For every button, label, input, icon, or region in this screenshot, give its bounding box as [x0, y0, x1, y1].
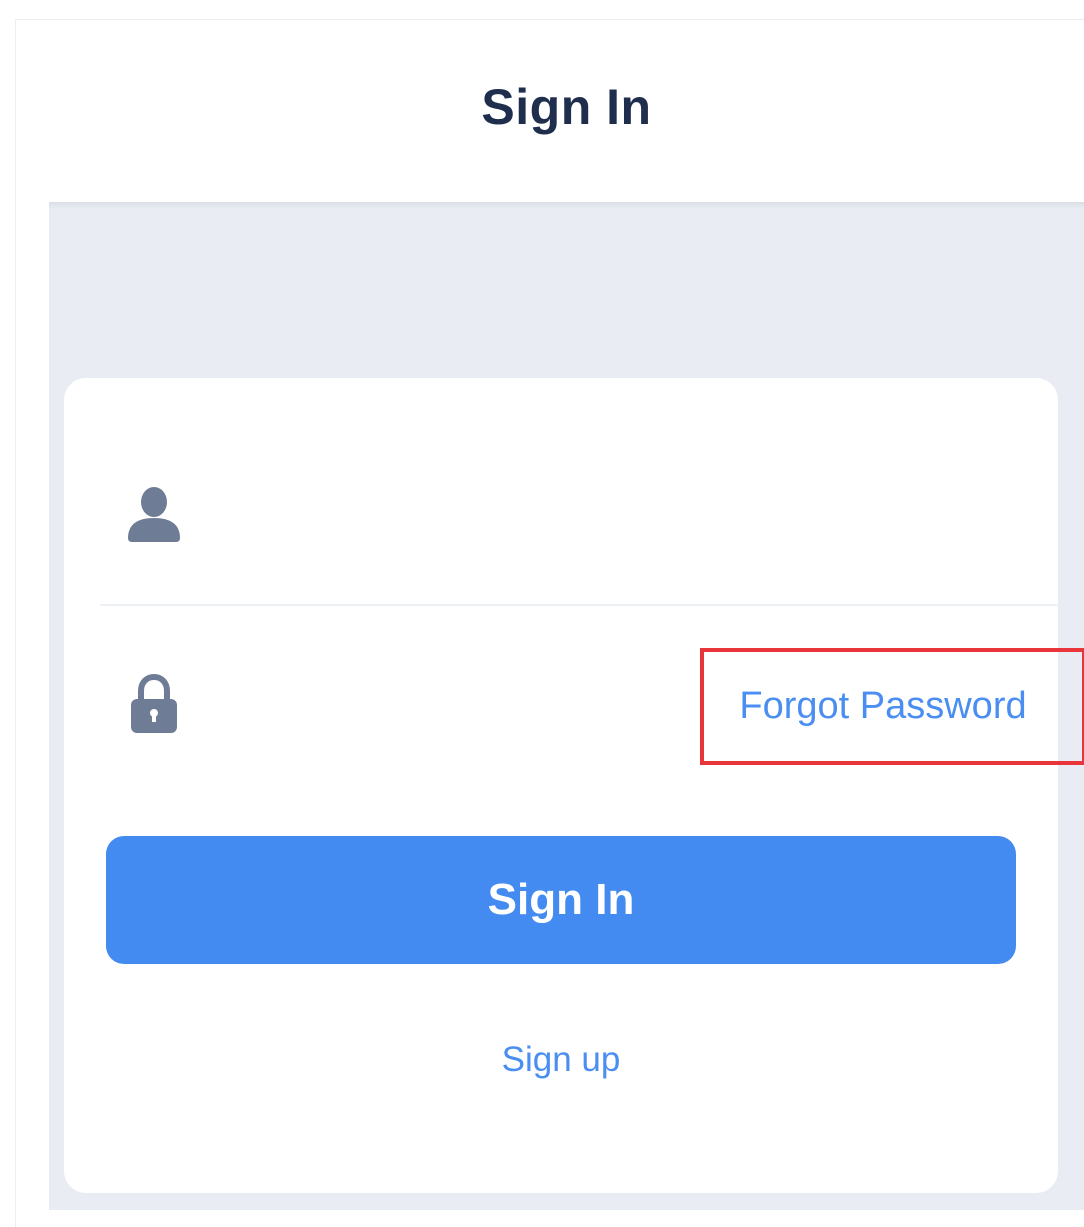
- username-input[interactable]: [210, 476, 674, 558]
- username-row: [100, 466, 1058, 606]
- password-row: Forgot Password: [100, 648, 1084, 795]
- page-header: Sign In: [49, 20, 1084, 202]
- page-title: Sign In: [481, 79, 652, 135]
- lock-icon: [124, 673, 184, 733]
- signin-card: Forgot Password Sign In Sign up: [64, 378, 1084, 1193]
- forgot-password-link[interactable]: Forgot Password: [700, 648, 1084, 765]
- sign-in-button[interactable]: Sign In: [106, 836, 1016, 964]
- field-divider: [100, 604, 1058, 606]
- password-input[interactable]: [210, 665, 674, 747]
- user-icon: [124, 484, 184, 544]
- sign-up-link[interactable]: Sign up: [64, 1040, 1058, 1080]
